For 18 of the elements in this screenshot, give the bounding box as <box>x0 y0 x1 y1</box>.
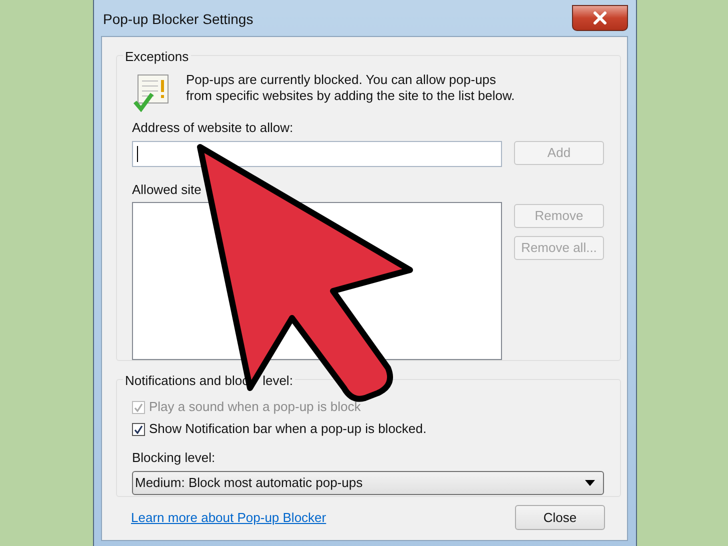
dropdown-arrow-icon <box>585 480 595 486</box>
field-label: Address of website to allow: <box>132 119 294 137</box>
checkbox-label: Play a sound when a pop-up is block <box>149 398 361 416</box>
window-title: Pop-up Blocker Settings <box>102 10 254 29</box>
blocking-level-dropdown[interactable]: Medium: Block most automatic pop-ups <box>132 470 604 494</box>
address-field[interactable] <box>132 140 502 166</box>
close-icon <box>592 10 608 24</box>
warning-page-icon <box>132 72 170 112</box>
close-dialog-button[interactable]: Close <box>515 505 605 530</box>
list-label: Allowed site <box>132 180 202 198</box>
checkbox-label: Show Notification bar when a pop-up is blocked. <box>149 420 426 438</box>
close-button[interactable] <box>572 4 628 30</box>
info-message: Pop-ups are currently blocked. You can allow pop-ups from specific websites by adding the site to the list below. <box>186 72 516 105</box>
text-cursor-icon <box>137 146 139 162</box>
group-heading: level: <box>262 372 293 390</box>
help-link[interactable]: Learn more about Pop-up Blocker <box>131 508 326 528</box>
checkbox[interactable] <box>132 422 145 436</box>
field-label: Blocking level: <box>132 449 216 467</box>
